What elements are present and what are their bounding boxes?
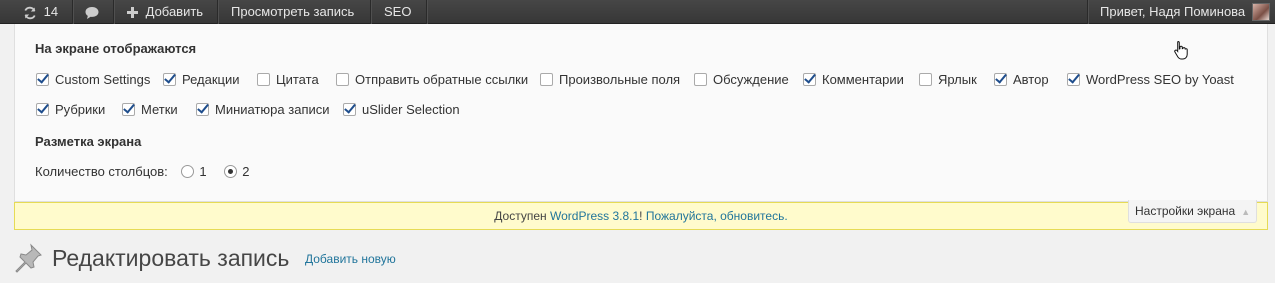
- pushpin-icon: [12, 242, 44, 277]
- wordpress-version-link[interactable]: WordPress 3.8.1: [550, 209, 639, 223]
- add-new-post-link[interactable]: Добавить новую: [305, 252, 396, 266]
- checkbox-custom-settings[interactable]: Custom Settings: [36, 72, 150, 88]
- checkbox-label: Метки: [141, 102, 178, 117]
- checkbox-trackbacks[interactable]: Отправить обратные ссылки: [336, 72, 528, 88]
- checkbox-categories[interactable]: Рубрики: [36, 102, 105, 118]
- layout-heading: Разметка экрана: [35, 134, 142, 149]
- radio[interactable]: [181, 165, 195, 178]
- checkbox-label: Произвольные поля: [559, 72, 681, 87]
- checkbox-slug[interactable]: Ярлык: [919, 72, 977, 88]
- checkbox-revisions[interactable]: Редакции: [163, 72, 240, 88]
- columns-option-1[interactable]: 1: [181, 164, 207, 179]
- checkbox[interactable]: [540, 73, 553, 86]
- checkbox-label: Custom Settings: [55, 72, 151, 87]
- refresh-icon: [23, 4, 41, 19]
- admin-bar: 14 Добавить Просмотреть запись SEO Приве…: [0, 0, 1275, 24]
- checkbox[interactable]: [343, 103, 356, 116]
- checkbox-label: Цитата: [276, 72, 319, 87]
- plus-icon: [127, 4, 142, 19]
- seo-menu[interactable]: SEO: [384, 0, 411, 24]
- checkbox-label: Автор: [1013, 72, 1049, 87]
- checkbox[interactable]: [122, 103, 135, 116]
- checkbox[interactable]: [196, 103, 209, 116]
- checkbox[interactable]: [803, 73, 816, 86]
- checkbox-uslider-selection[interactable]: uSlider Selection: [343, 102, 460, 118]
- add-new-label: Добавить: [145, 4, 204, 19]
- columns-label: Количество столбцов:: [35, 164, 168, 179]
- checkbox-tags[interactable]: Метки: [122, 102, 178, 118]
- hand-cursor-icon: [1173, 40, 1189, 63]
- page-title: Редактировать запись: [52, 245, 290, 271]
- radio[interactable]: [224, 165, 238, 178]
- comment-bubble-icon: [84, 4, 100, 19]
- update-now-link[interactable]: Пожалуйста, обновитесь.: [646, 209, 788, 223]
- checkbox-author[interactable]: Автор: [994, 72, 1049, 88]
- checkbox[interactable]: [994, 73, 1007, 86]
- checkbox[interactable]: [163, 73, 176, 86]
- nag-prefix: Доступен: [494, 209, 547, 223]
- screen-options-panel: На экране отображаются Custom Settings Р…: [14, 24, 1268, 202]
- checkbox-label: Отправить обратные ссылки: [355, 72, 529, 87]
- checkbox-label: Редакции: [182, 72, 240, 87]
- checkbox[interactable]: [919, 73, 932, 86]
- checkbox[interactable]: [36, 103, 49, 116]
- checkbox-custom-fields[interactable]: Произвольные поля: [540, 72, 680, 88]
- columns-option-2[interactable]: 2: [224, 164, 249, 179]
- checkbox-label: uSlider Selection: [362, 102, 460, 117]
- checkbox-label: Ярлык: [938, 72, 977, 87]
- view-post-link[interactable]: Просмотреть запись: [231, 0, 354, 24]
- checkbox-excerpt[interactable]: Цитата: [257, 72, 319, 88]
- screen-options-tab[interactable]: Настройки экрана ▲: [1128, 200, 1258, 223]
- checkbox-label: WordPress SEO by Yoast: [1086, 72, 1234, 87]
- checkbox-comments[interactable]: Комментарии: [803, 72, 904, 88]
- boxes-heading: На экране отображаются: [35, 41, 197, 56]
- screen-options-tab-label: Настройки экрана: [1135, 204, 1236, 218]
- add-new-menu[interactable]: Добавить: [127, 0, 203, 24]
- updates-count: 14: [43, 4, 59, 19]
- radio-label: 2: [242, 164, 250, 179]
- checkbox-featured-image[interactable]: Миниатюра записи: [196, 102, 330, 118]
- radio-label: 1: [199, 164, 207, 179]
- triangle-up-icon: ▲: [1241, 207, 1251, 217]
- checkbox-label: Миниатюра записи: [215, 102, 330, 117]
- checkbox[interactable]: [694, 73, 707, 86]
- checkbox[interactable]: [1067, 73, 1080, 86]
- comments-menu[interactable]: [84, 0, 100, 24]
- update-nag: Доступен WordPress 3.8.1! Пожалуйста, об…: [14, 202, 1268, 230]
- checkbox-label: Обсуждение: [713, 72, 789, 87]
- checkbox[interactable]: [257, 73, 270, 86]
- nag-exclamation: !: [639, 209, 643, 223]
- checkbox-label: Комментарии: [822, 72, 904, 87]
- updates-menu[interactable]: 14: [23, 0, 58, 24]
- checkbox[interactable]: [336, 73, 349, 86]
- avatar[interactable]: [1252, 3, 1270, 21]
- user-greeting[interactable]: Привет, Надя Поминова: [1100, 0, 1245, 24]
- checkbox-label: Рубрики: [55, 102, 106, 117]
- checkbox-discussion[interactable]: Обсуждение: [694, 72, 789, 88]
- checkbox[interactable]: [36, 73, 49, 86]
- columns-row: Количество столбцов: 1 2: [35, 164, 249, 180]
- checkbox-wordpress-seo[interactable]: WordPress SEO by Yoast: [1067, 72, 1234, 88]
